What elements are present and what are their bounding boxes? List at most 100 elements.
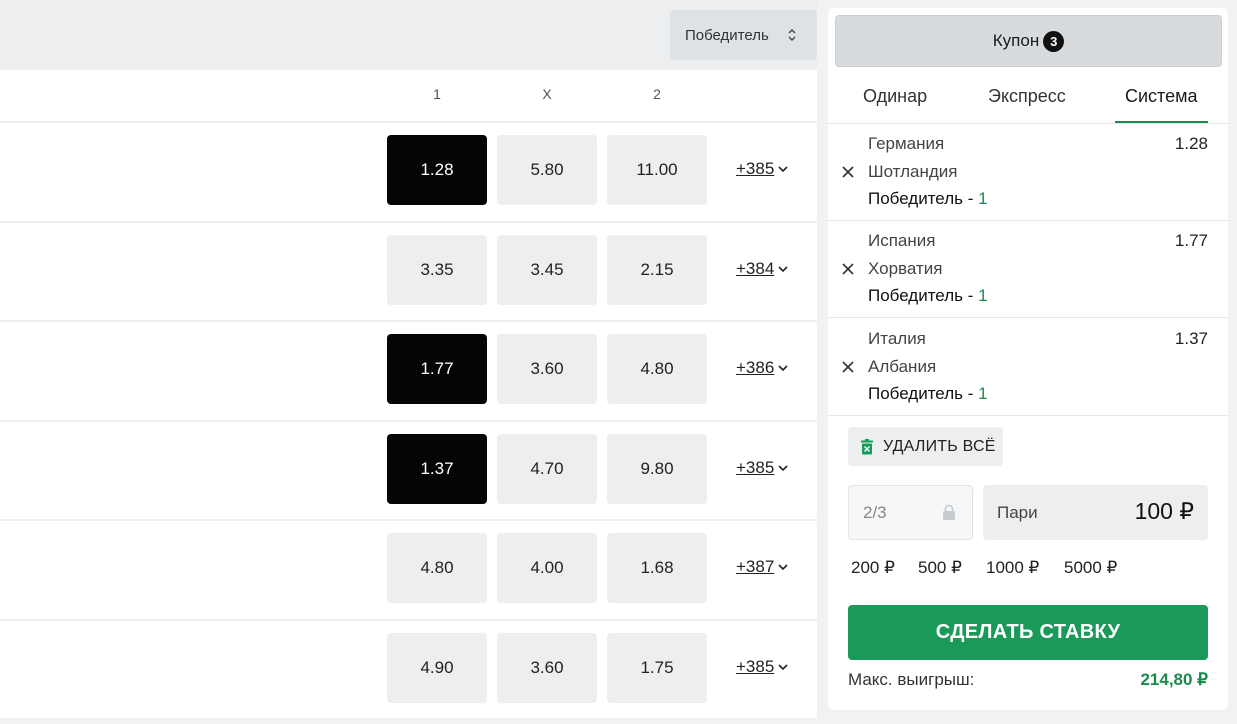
column-header-1: 1 (433, 86, 441, 102)
bet-coefficient: 1.28 (1174, 134, 1208, 153)
coupon-header-button[interactable]: Купон 3 (835, 15, 1222, 67)
odds-button[interactable]: 3.35 (387, 234, 487, 305)
quick-amount-button[interactable]: 500 ₽ (918, 558, 962, 578)
more-markets-count: +385 (736, 656, 775, 676)
close-icon[interactable] (841, 165, 855, 179)
bet-market-label: Победитель - (868, 286, 979, 305)
quick-amount-button[interactable]: 5000 ₽ (1064, 558, 1117, 578)
odds-button[interactable]: 4.90 (387, 632, 487, 703)
max-win-value: 214,80 ₽ (1140, 670, 1208, 689)
coupon-title: Купон (992, 31, 1040, 50)
quick-amount-button[interactable]: 200 ₽ (851, 558, 895, 578)
market-select[interactable]: Победитель (670, 10, 817, 60)
event-row: 4.80 4.00 1.68 +387 (0, 519, 817, 619)
lock-icon (943, 504, 955, 520)
more-markets-link[interactable]: +385 (736, 458, 789, 478)
system-type-value: 2/3 (863, 502, 887, 522)
bet-pick: 1 (978, 189, 988, 208)
event-row: 1.77 3.60 4.80 +386 (0, 320, 817, 420)
coupon-bet: Италия Албания Победитель - 1 1.37 (828, 319, 1228, 416)
odds-button[interactable]: 5.80 (497, 135, 597, 205)
bet-market-label: Победитель - (868, 384, 979, 403)
list-toolbar: Победитель (0, 0, 817, 69)
chevron-down-icon (778, 464, 788, 471)
bet-team-away: Шотландия (868, 162, 958, 181)
stake-input[interactable]: Пари 100 ₽ (983, 485, 1208, 540)
odds-header: 1 X 2 (0, 70, 817, 121)
chevron-down-icon (778, 663, 788, 670)
more-markets-link[interactable]: +385 (736, 159, 789, 179)
odds-button[interactable]: 4.00 (497, 533, 597, 603)
odds-button[interactable]: 4.70 (497, 433, 597, 504)
column-header-2: 2 (653, 86, 661, 102)
odds-button[interactable]: 3.60 (497, 632, 597, 703)
close-icon[interactable] (841, 360, 855, 374)
more-markets-link[interactable]: +384 (736, 259, 789, 279)
tab-system[interactable]: Система (1125, 86, 1198, 107)
bet-team-home: Италия (868, 329, 926, 348)
odds-button[interactable]: 9.80 (607, 433, 707, 504)
more-markets-link[interactable]: +386 (736, 358, 789, 378)
active-tab-indicator (1115, 121, 1208, 123)
bet-market-label: Победитель - (868, 189, 979, 208)
more-markets-count: +387 (736, 557, 775, 576)
place-bet-button[interactable]: СДЕЛАТЬ СТАВКУ (848, 605, 1208, 660)
odds-button[interactable]: 1.77 (387, 334, 487, 404)
chevron-down-icon (778, 265, 788, 272)
odds-button[interactable]: 11.00 (607, 135, 707, 205)
odds-button[interactable]: 3.60 (497, 334, 597, 404)
chevron-down-icon (778, 365, 788, 372)
event-row: 1.28 5.80 11.00 +385 (0, 121, 817, 221)
market-select-label: Победитель (685, 26, 769, 44)
coupon-panel: Купон 3 Одинар Экспресс Система Германия… (828, 8, 1228, 710)
more-markets-count: +385 (736, 159, 775, 178)
bet-pick: 1 (978, 286, 988, 305)
coupon-bet: Испания Хорватия Победитель - 1 1.77 (828, 221, 1228, 318)
stake-amount: 100 ₽ (1134, 498, 1194, 524)
stake-label: Пари (997, 502, 1038, 522)
column-header-x: X (542, 86, 552, 102)
odds-button[interactable]: 4.80 (387, 533, 487, 603)
event-rows: 1.28 5.80 11.00 +385 3.35 3.45 2.15 +384 1.77 3.6… (0, 121, 817, 718)
system-type-field: 2/3 (848, 485, 973, 540)
odds-button[interactable]: 4.80 (607, 334, 707, 404)
events-list: Победитель 1 X 2 1.28 5.80 11.00 +385 3.35 3.… (0, 0, 817, 724)
event-row: 4.90 3.60 1.75 +385 (0, 618, 817, 718)
more-markets-count: +384 (736, 258, 775, 278)
more-markets-count: +386 (736, 358, 775, 377)
delete-all-label: УДАЛИТЬ ВСЁ (883, 437, 996, 455)
bet-market: Победитель - 1 (868, 189, 988, 209)
more-markets-link[interactable]: +385 (736, 657, 789, 677)
odds-button[interactable]: 1.68 (607, 533, 707, 603)
more-markets-count: +385 (736, 457, 775, 477)
event-row: 1.37 4.70 9.80 +385 (0, 419, 817, 519)
odds-button[interactable]: 3.45 (497, 234, 597, 305)
bet-coefficient: 1.77 (1174, 231, 1208, 250)
bet-market: Победитель - 1 (868, 286, 988, 306)
chevron-down-icon (778, 166, 788, 173)
bet-type-tabs: Одинар Экспресс Система (828, 68, 1228, 124)
bet-team-away: Хорватия (868, 259, 943, 278)
delete-all-button[interactable]: УДАЛИТЬ ВСЁ (848, 427, 1003, 466)
trash-icon (861, 438, 873, 454)
quick-amount-button[interactable]: 1000 ₽ (986, 558, 1039, 578)
bet-pick: 1 (978, 384, 988, 403)
bet-team-home: Германия (868, 134, 945, 153)
event-row: 3.35 3.45 2.15 +384 (0, 220, 817, 320)
odds-button[interactable]: 1.28 (387, 135, 487, 205)
odds-button[interactable]: 1.75 (607, 632, 707, 703)
odds-button[interactable]: 2.15 (607, 234, 707, 305)
more-markets-link[interactable]: +387 (736, 557, 789, 577)
sort-updown-icon (788, 29, 796, 41)
max-win-label: Макс. выигрыш: (848, 670, 975, 689)
coupon-bet: Германия Шотландия Победитель - 1 1.28 (828, 124, 1228, 221)
close-icon[interactable] (841, 262, 855, 276)
bet-team-away: Албания (868, 357, 937, 376)
tab-express[interactable]: Экспресс (988, 86, 1066, 107)
chevron-down-icon (778, 564, 788, 571)
bet-market: Победитель - 1 (868, 384, 988, 404)
coupon-count-badge: 3 (1043, 30, 1065, 52)
odds-button[interactable]: 1.37 (387, 433, 487, 504)
tab-single[interactable]: Одинар (863, 86, 927, 107)
bet-team-home: Испания (868, 231, 936, 250)
